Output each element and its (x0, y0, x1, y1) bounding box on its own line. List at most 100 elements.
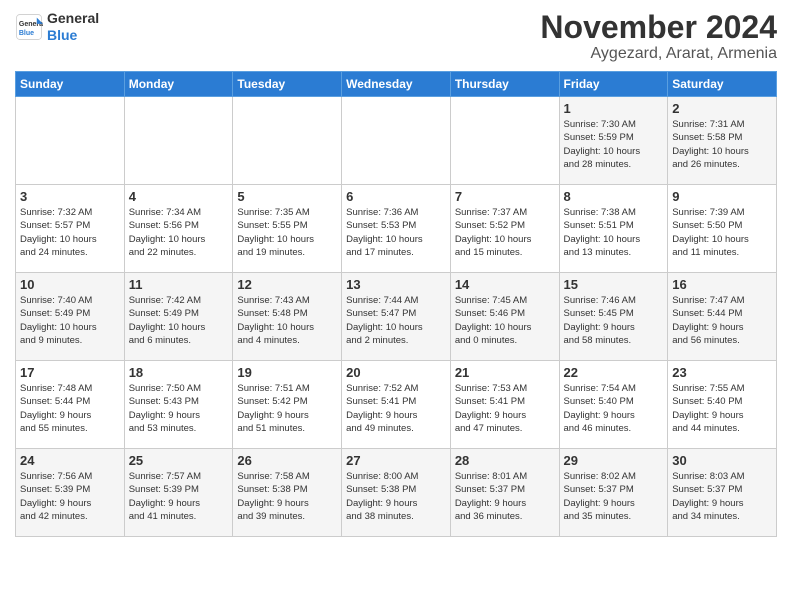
day-number: 13 (346, 277, 446, 292)
day-number: 28 (455, 453, 555, 468)
header-row: General Blue General Blue November 2024 … (15, 10, 777, 63)
day-number: 11 (129, 277, 229, 292)
day-number: 21 (455, 365, 555, 380)
day-number: 22 (564, 365, 664, 380)
calendar-cell: 8 Sunrise: 7:38 AMSunset: 5:51 PMDaylight… (559, 185, 668, 273)
day-number: 16 (672, 277, 772, 292)
logo: General Blue General Blue (15, 10, 99, 44)
day-info: Sunrise: 8:00 AMSunset: 5:38 PMDaylight:… (346, 470, 446, 523)
day-info: Sunrise: 7:32 AMSunset: 5:57 PMDaylight:… (20, 206, 120, 259)
day-info: Sunrise: 7:47 AMSunset: 5:44 PMDaylight:… (672, 294, 772, 347)
calendar-cell: 5Sunrise: 7:35 AMSunset: 5:55 PMDaylight… (233, 185, 342, 273)
day-number: 24 (20, 453, 120, 468)
calendar-cell: 26Sunrise: 7:58 AMSunset: 5:38 PMDayligh… (233, 449, 342, 537)
col-header-tuesday: Tuesday (233, 72, 342, 97)
calendar-cell: 18 Sunrise: 7:50 AMSunset: 5:43 PMDayligh… (124, 361, 233, 449)
month-title: November 2024 (540, 10, 777, 45)
day-info: Sunrise: 8:01 AMSunset: 5:37 PMDaylight:… (455, 470, 555, 523)
calendar-cell: 22 Sunrise: 7:54 AMSunset: 5:40 PMDayligh… (559, 361, 668, 449)
day-number: 12 (237, 277, 337, 292)
day-number: 7 (455, 189, 555, 204)
calendar-cell (342, 97, 451, 185)
calendar-cell: 2 Sunrise: 7:31 AMSunset: 5:58 PMDaylight… (668, 97, 777, 185)
calendar-cell: 10Sunrise: 7:40 AMSunset: 5:49 PMDayligh… (16, 273, 125, 361)
day-number: 8 (564, 189, 664, 204)
day-number: 15 (564, 277, 664, 292)
day-number: 30 (672, 453, 772, 468)
logo-line1: General (47, 10, 99, 27)
day-info: Sunrise: 7:39 AMSunset: 5:50 PMDaylight:… (672, 206, 772, 259)
col-header-sunday: Sunday (16, 72, 125, 97)
calendar-cell (233, 97, 342, 185)
calendar-cell: 27 Sunrise: 8:00 AMSunset: 5:38 PMDayligh… (342, 449, 451, 537)
day-number: 2 (672, 101, 772, 116)
day-info: Sunrise: 7:45 AMSunset: 5:46 PMDaylight:… (455, 294, 555, 347)
day-info: Sunrise: 7:57 AMSunset: 5:39 PMDaylight:… (129, 470, 229, 523)
col-header-friday: Friday (559, 72, 668, 97)
day-info: Sunrise: 7:36 AMSunset: 5:53 PMDaylight:… (346, 206, 446, 259)
calendar-cell: 16 Sunrise: 7:47 AMSunset: 5:44 PMDayligh… (668, 273, 777, 361)
calendar-cell: 14 Sunrise: 7:45 AMSunset: 5:46 PMDayligh… (450, 273, 559, 361)
day-info: Sunrise: 7:53 AMSunset: 5:41 PMDaylight:… (455, 382, 555, 435)
col-header-wednesday: Wednesday (342, 72, 451, 97)
day-number: 3 (20, 189, 120, 204)
day-info: Sunrise: 7:42 AMSunset: 5:49 PMDaylight:… (129, 294, 229, 347)
day-number: 1 (564, 101, 664, 116)
calendar-cell: 4 Sunrise: 7:34 AMSunset: 5:56 PMDaylight… (124, 185, 233, 273)
day-info: Sunrise: 7:44 AMSunset: 5:47 PMDaylight:… (346, 294, 446, 347)
calendar-cell: 15 Sunrise: 7:46 AMSunset: 5:45 PMDayligh… (559, 273, 668, 361)
logo-line2: Blue (47, 27, 99, 44)
day-number: 6 (346, 189, 446, 204)
calendar-cell: 17 Sunrise: 7:48 AMSunset: 5:44 PMDayligh… (16, 361, 125, 449)
calendar-cell (16, 97, 125, 185)
calendar-cell: 9 Sunrise: 7:39 AMSunset: 5:50 PMDaylight… (668, 185, 777, 273)
day-info: Sunrise: 7:30 AMSunset: 5:59 PMDaylight:… (564, 118, 664, 171)
day-info: Sunrise: 7:52 AMSunset: 5:41 PMDaylight:… (346, 382, 446, 435)
day-number: 25 (129, 453, 229, 468)
calendar-cell: 23Sunrise: 7:55 AMSunset: 5:40 PMDayligh… (668, 361, 777, 449)
calendar-cell: 30Sunrise: 8:03 AMSunset: 5:37 PMDayligh… (668, 449, 777, 537)
col-header-thursday: Thursday (450, 72, 559, 97)
day-number: 14 (455, 277, 555, 292)
col-header-monday: Monday (124, 72, 233, 97)
day-info: Sunrise: 7:37 AMSunset: 5:52 PMDaylight:… (455, 206, 555, 259)
day-info: Sunrise: 7:48 AMSunset: 5:44 PMDaylight:… (20, 382, 120, 435)
day-info: Sunrise: 7:54 AMSunset: 5:40 PMDaylight:… (564, 382, 664, 435)
day-info: Sunrise: 7:55 AMSunset: 5:40 PMDaylight:… (672, 382, 772, 435)
day-number: 4 (129, 189, 229, 204)
calendar-cell: 24 Sunrise: 7:56 AMSunset: 5:39 PMDayligh… (16, 449, 125, 537)
day-info: Sunrise: 7:35 AMSunset: 5:55 PMDaylight:… (237, 206, 337, 259)
calendar-cell: 1 Sunrise: 7:30 AMSunset: 5:59 PMDaylight… (559, 97, 668, 185)
day-info: Sunrise: 7:50 AMSunset: 5:43 PMDaylight:… (129, 382, 229, 435)
day-number: 20 (346, 365, 446, 380)
calendar-cell: 7 Sunrise: 7:37 AMSunset: 5:52 PMDaylight… (450, 185, 559, 273)
calendar-cell: 25 Sunrise: 7:57 AMSunset: 5:39 PMDayligh… (124, 449, 233, 537)
logo-icon: General Blue (15, 13, 43, 41)
calendar-cell: 20 Sunrise: 7:52 AMSunset: 5:41 PMDayligh… (342, 361, 451, 449)
calendar-cell: 6 Sunrise: 7:36 AMSunset: 5:53 PMDaylight… (342, 185, 451, 273)
calendar-cell: 28 Sunrise: 8:01 AMSunset: 5:37 PMDayligh… (450, 449, 559, 537)
calendar-cell: 29Sunrise: 8:02 AMSunset: 5:37 PMDayligh… (559, 449, 668, 537)
day-number: 9 (672, 189, 772, 204)
calendar-cell: 11 Sunrise: 7:42 AMSunset: 5:49 PMDayligh… (124, 273, 233, 361)
day-info: Sunrise: 7:43 AMSunset: 5:48 PMDaylight:… (237, 294, 337, 347)
day-info: Sunrise: 7:56 AMSunset: 5:39 PMDaylight:… (20, 470, 120, 523)
day-info: Sunrise: 7:38 AMSunset: 5:51 PMDaylight:… (564, 206, 664, 259)
day-info: Sunrise: 7:46 AMSunset: 5:45 PMDaylight:… (564, 294, 664, 347)
day-number: 27 (346, 453, 446, 468)
calendar-cell: 21 Sunrise: 7:53 AMSunset: 5:41 PMDayligh… (450, 361, 559, 449)
calendar-cell (124, 97, 233, 185)
calendar-cell (450, 97, 559, 185)
day-info: Sunrise: 7:31 AMSunset: 5:58 PMDaylight:… (672, 118, 772, 171)
col-header-saturday: Saturday (668, 72, 777, 97)
day-number: 17 (20, 365, 120, 380)
day-number: 10 (20, 277, 120, 292)
calendar-cell: 13 Sunrise: 7:44 AMSunset: 5:47 PMDayligh… (342, 273, 451, 361)
day-number: 18 (129, 365, 229, 380)
title-block: November 2024 Aygezard, Ararat, Armenia (540, 10, 777, 63)
location-title: Aygezard, Ararat, Armenia (540, 45, 777, 63)
day-info: Sunrise: 7:51 AMSunset: 5:42 PMDaylight:… (237, 382, 337, 435)
svg-text:Blue: Blue (19, 30, 34, 37)
day-info: Sunrise: 7:58 AMSunset: 5:38 PMDaylight:… (237, 470, 337, 523)
day-info: Sunrise: 7:34 AMSunset: 5:56 PMDaylight:… (129, 206, 229, 259)
